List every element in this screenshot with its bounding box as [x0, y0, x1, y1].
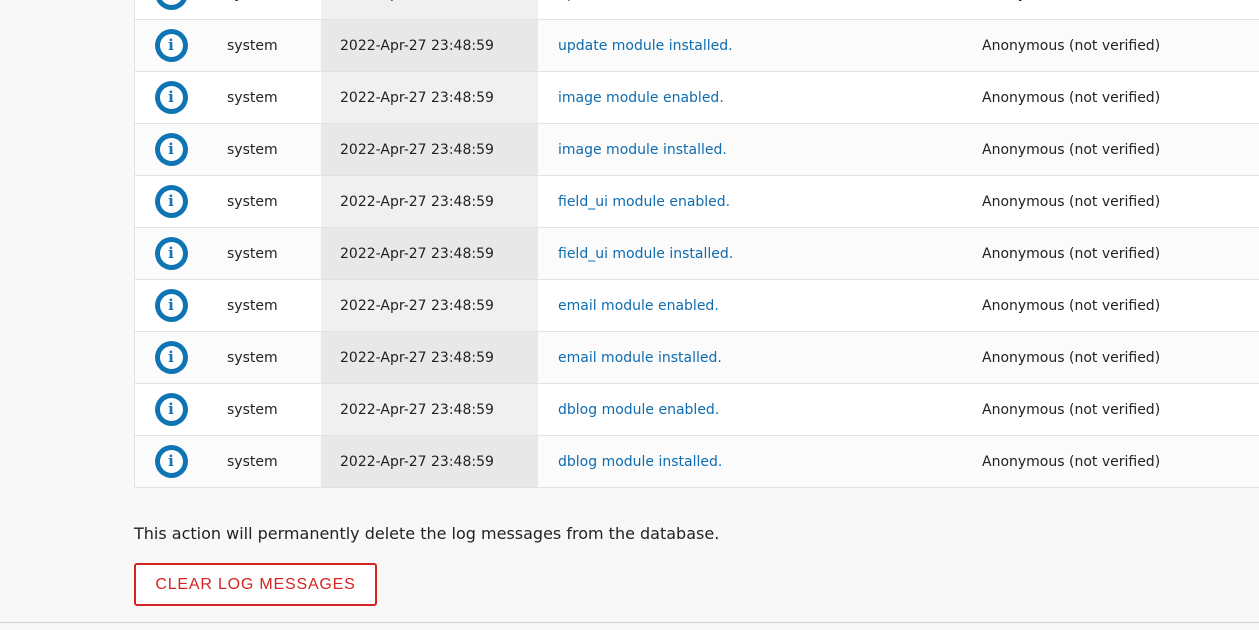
- table-row: i system 2022-Apr-27 23:48:59 dblog module …: [134, 383, 1259, 436]
- severity-cell: i: [134, 123, 207, 176]
- info-icon-glyph: i: [159, 138, 183, 161]
- message-link[interactable]: email module installed.: [558, 350, 722, 366]
- date-cell: 2022-Apr-27 23:48:59: [321, 383, 538, 436]
- info-icon-glyph: i: [159, 86, 183, 109]
- severity-cell: i: [134, 383, 207, 436]
- date-cell: 2022-Apr-27 23:48:59: [321, 227, 538, 280]
- log-messages-body: i system 2022-Apr-27 23:48:59 update module…: [134, 0, 1259, 488]
- table-row: i system 2022-Apr-27 23:48:59 dblog module …: [134, 435, 1259, 488]
- table-row: i system 2022-Apr-27 23:48:59 field_ui modu…: [134, 227, 1259, 280]
- message-link[interactable]: dblog module enabled.: [558, 402, 719, 418]
- date-cell: 2022-Apr-27 23:48:59: [321, 19, 538, 72]
- message-link[interactable]: image module installed.: [558, 142, 727, 158]
- info-icon-glyph: i: [159, 190, 183, 213]
- severity-cell: i: [134, 435, 207, 488]
- message-link[interactable]: dblog module installed.: [558, 454, 722, 470]
- user-cell: Anonymous (not verified): [962, 71, 1259, 124]
- message-cell: update module enabled.: [538, 0, 962, 20]
- type-cell: system: [207, 279, 321, 332]
- log-messages-table: i system 2022-Apr-27 23:48:59 update module…: [134, 0, 1259, 488]
- info-icon-glyph: i: [159, 450, 183, 473]
- message-cell: dblog module installed.: [538, 435, 962, 488]
- message-cell: email module enabled.: [538, 279, 962, 332]
- type-cell: system: [207, 71, 321, 124]
- type-cell: system: [207, 19, 321, 72]
- table-row: i system 2022-Apr-27 23:48:59 field_ui modu…: [134, 175, 1259, 228]
- severity-cell: i: [134, 279, 207, 332]
- type-cell: system: [207, 331, 321, 384]
- message-cell: image module enabled.: [538, 71, 962, 124]
- info-icon: i: [154, 185, 188, 218]
- severity-cell: i: [134, 0, 207, 20]
- message-cell: field_ui module enabled.: [538, 175, 962, 228]
- table-row: i system2022-Apr-27 23:48:59 update module…: [134, 19, 1259, 72]
- clear-log-messages-button[interactable]: CLEAR LOG MESSAGES: [134, 563, 377, 606]
- message-link[interactable]: update module enabled.: [558, 0, 730, 2]
- info-icon: i: [154, 81, 188, 114]
- info-icon: i: [154, 289, 188, 322]
- user-cell: Anonymous (not verified): [962, 435, 1259, 488]
- message-link[interactable]: email module enabled.: [558, 298, 719, 314]
- info-icon: i: [154, 393, 188, 426]
- user-cell: Anonymous (not verified): [962, 279, 1259, 332]
- message-cell: update module installed.: [538, 19, 962, 72]
- severity-cell: i: [134, 331, 207, 384]
- severity-cell: i: [134, 71, 207, 124]
- table-row: i system2022-Apr-27 23:48:59 update module…: [134, 0, 1259, 20]
- info-icon-glyph: i: [159, 294, 183, 317]
- info-icon-glyph: i: [159, 0, 183, 5]
- message-link[interactable]: update module installed.: [558, 38, 733, 54]
- message-link[interactable]: field_ui module enabled.: [558, 194, 730, 210]
- clear-log-notice: This action will permanently delete the …: [134, 524, 720, 543]
- severity-cell: i: [134, 19, 207, 72]
- info-icon-glyph: i: [159, 242, 183, 265]
- info-icon: i: [154, 341, 188, 374]
- user-cell: Anonymous (not verified): [962, 383, 1259, 436]
- user-cell: Anonymous (not verified): [962, 19, 1259, 72]
- date-cell: 2022-Apr-27 23:48:59: [321, 279, 538, 332]
- severity-cell: i: [134, 175, 207, 228]
- message-cell: image module installed.: [538, 123, 962, 176]
- user-cell: Anonymous (not verified): [962, 227, 1259, 280]
- message-cell: dblog module enabled.: [538, 383, 962, 436]
- date-cell: 2022-Apr-27 23:48:59: [321, 0, 538, 20]
- info-icon-glyph: i: [159, 398, 183, 421]
- info-icon: i: [154, 445, 188, 478]
- type-cell: system: [207, 175, 321, 228]
- info-icon: i: [154, 237, 188, 270]
- date-cell: 2022-Apr-27 23:48:59: [321, 435, 538, 488]
- footer-divider: [0, 622, 1259, 623]
- table-row: i system 2022-Apr-27 23:48:59 image module …: [134, 123, 1259, 176]
- info-icon: i: [154, 29, 188, 62]
- type-cell: system: [207, 435, 321, 488]
- date-cell: 2022-Apr-27 23:48:59: [321, 123, 538, 176]
- table-row: i system 2022-Apr-27 23:48:59 email module …: [134, 331, 1259, 384]
- message-cell: field_ui module installed.: [538, 227, 962, 280]
- recent-log-messages-page: i system 2022-Apr-27 23:48:59 update module…: [0, 0, 1259, 630]
- user-cell: Anonymous (not verified): [962, 0, 1259, 20]
- date-cell: 2022-Apr-27 23:48:59: [321, 331, 538, 384]
- user-cell: Anonymous (not verified): [962, 123, 1259, 176]
- user-cell: Anonymous (not verified): [962, 331, 1259, 384]
- message-cell: email module installed.: [538, 331, 962, 384]
- type-cell: system: [207, 383, 321, 436]
- type-cell: system: [207, 123, 321, 176]
- type-cell: system: [207, 227, 321, 280]
- table-row: i system 2022-Apr-27 23:48:59 email module …: [134, 279, 1259, 332]
- user-cell: Anonymous (not verified): [962, 175, 1259, 228]
- severity-cell: i: [134, 227, 207, 280]
- table-row: i system 2022-Apr-27 23:48:59 image module …: [134, 71, 1259, 124]
- date-cell: 2022-Apr-27 23:48:59: [321, 71, 538, 124]
- info-icon-glyph: i: [159, 34, 183, 57]
- message-link[interactable]: image module enabled.: [558, 90, 724, 106]
- message-link[interactable]: field_ui module installed.: [558, 246, 733, 262]
- type-cell: system: [207, 0, 321, 20]
- info-icon: i: [154, 133, 188, 166]
- info-icon: i: [154, 0, 188, 10]
- date-cell: 2022-Apr-27 23:48:59: [321, 175, 538, 228]
- info-icon-glyph: i: [159, 346, 183, 369]
